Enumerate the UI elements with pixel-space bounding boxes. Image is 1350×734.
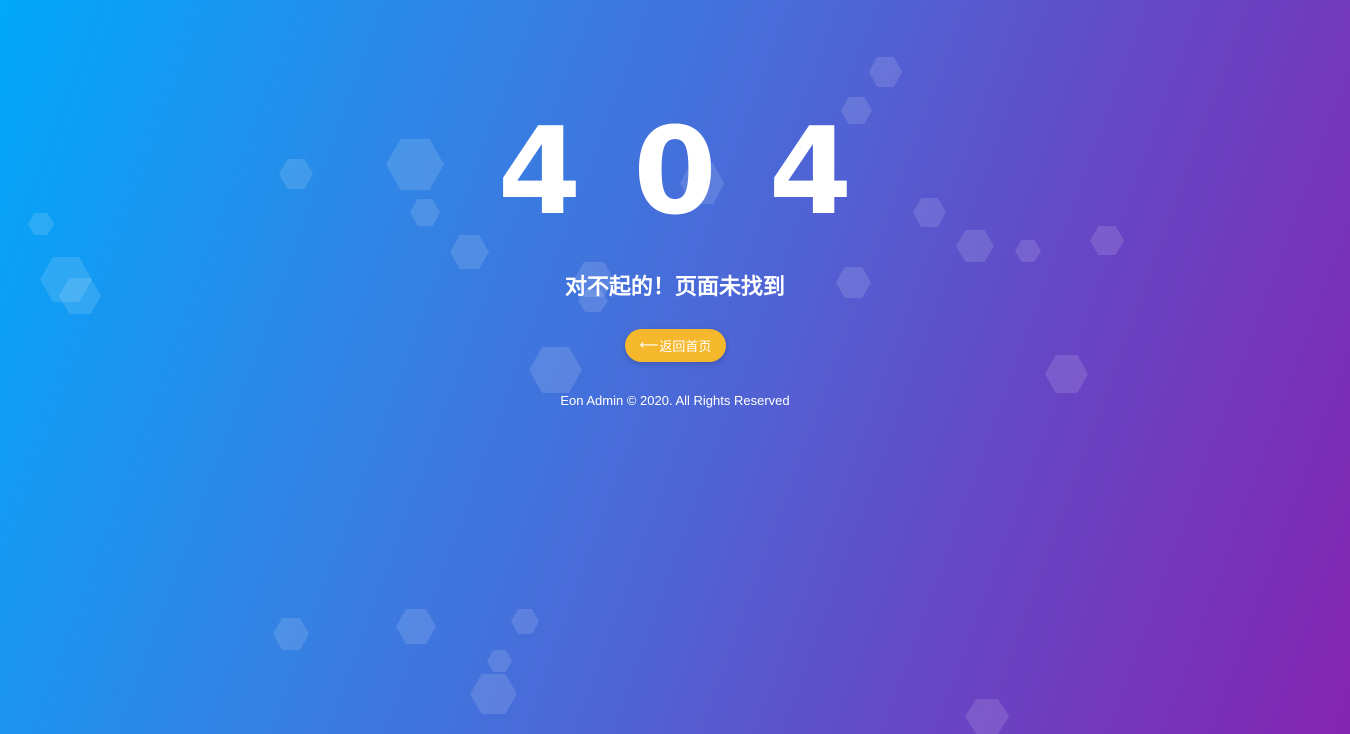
arrow-left-icon: ⟵: [639, 338, 659, 353]
footer-copyright: Eon Admin © 2020. All Rights Reserved: [560, 393, 790, 408]
back-home-button[interactable]: ⟵ 返回首页: [625, 329, 726, 362]
error-message: 对不起的！页面未找到: [564, 275, 785, 300]
error-page: 404 对不起的！页面未找到 ⟵ 返回首页 Eon Admin © 2020. …: [0, 0, 1350, 734]
error-code-heading: 404: [497, 103, 905, 242]
back-home-label: 返回首页: [659, 340, 712, 355]
